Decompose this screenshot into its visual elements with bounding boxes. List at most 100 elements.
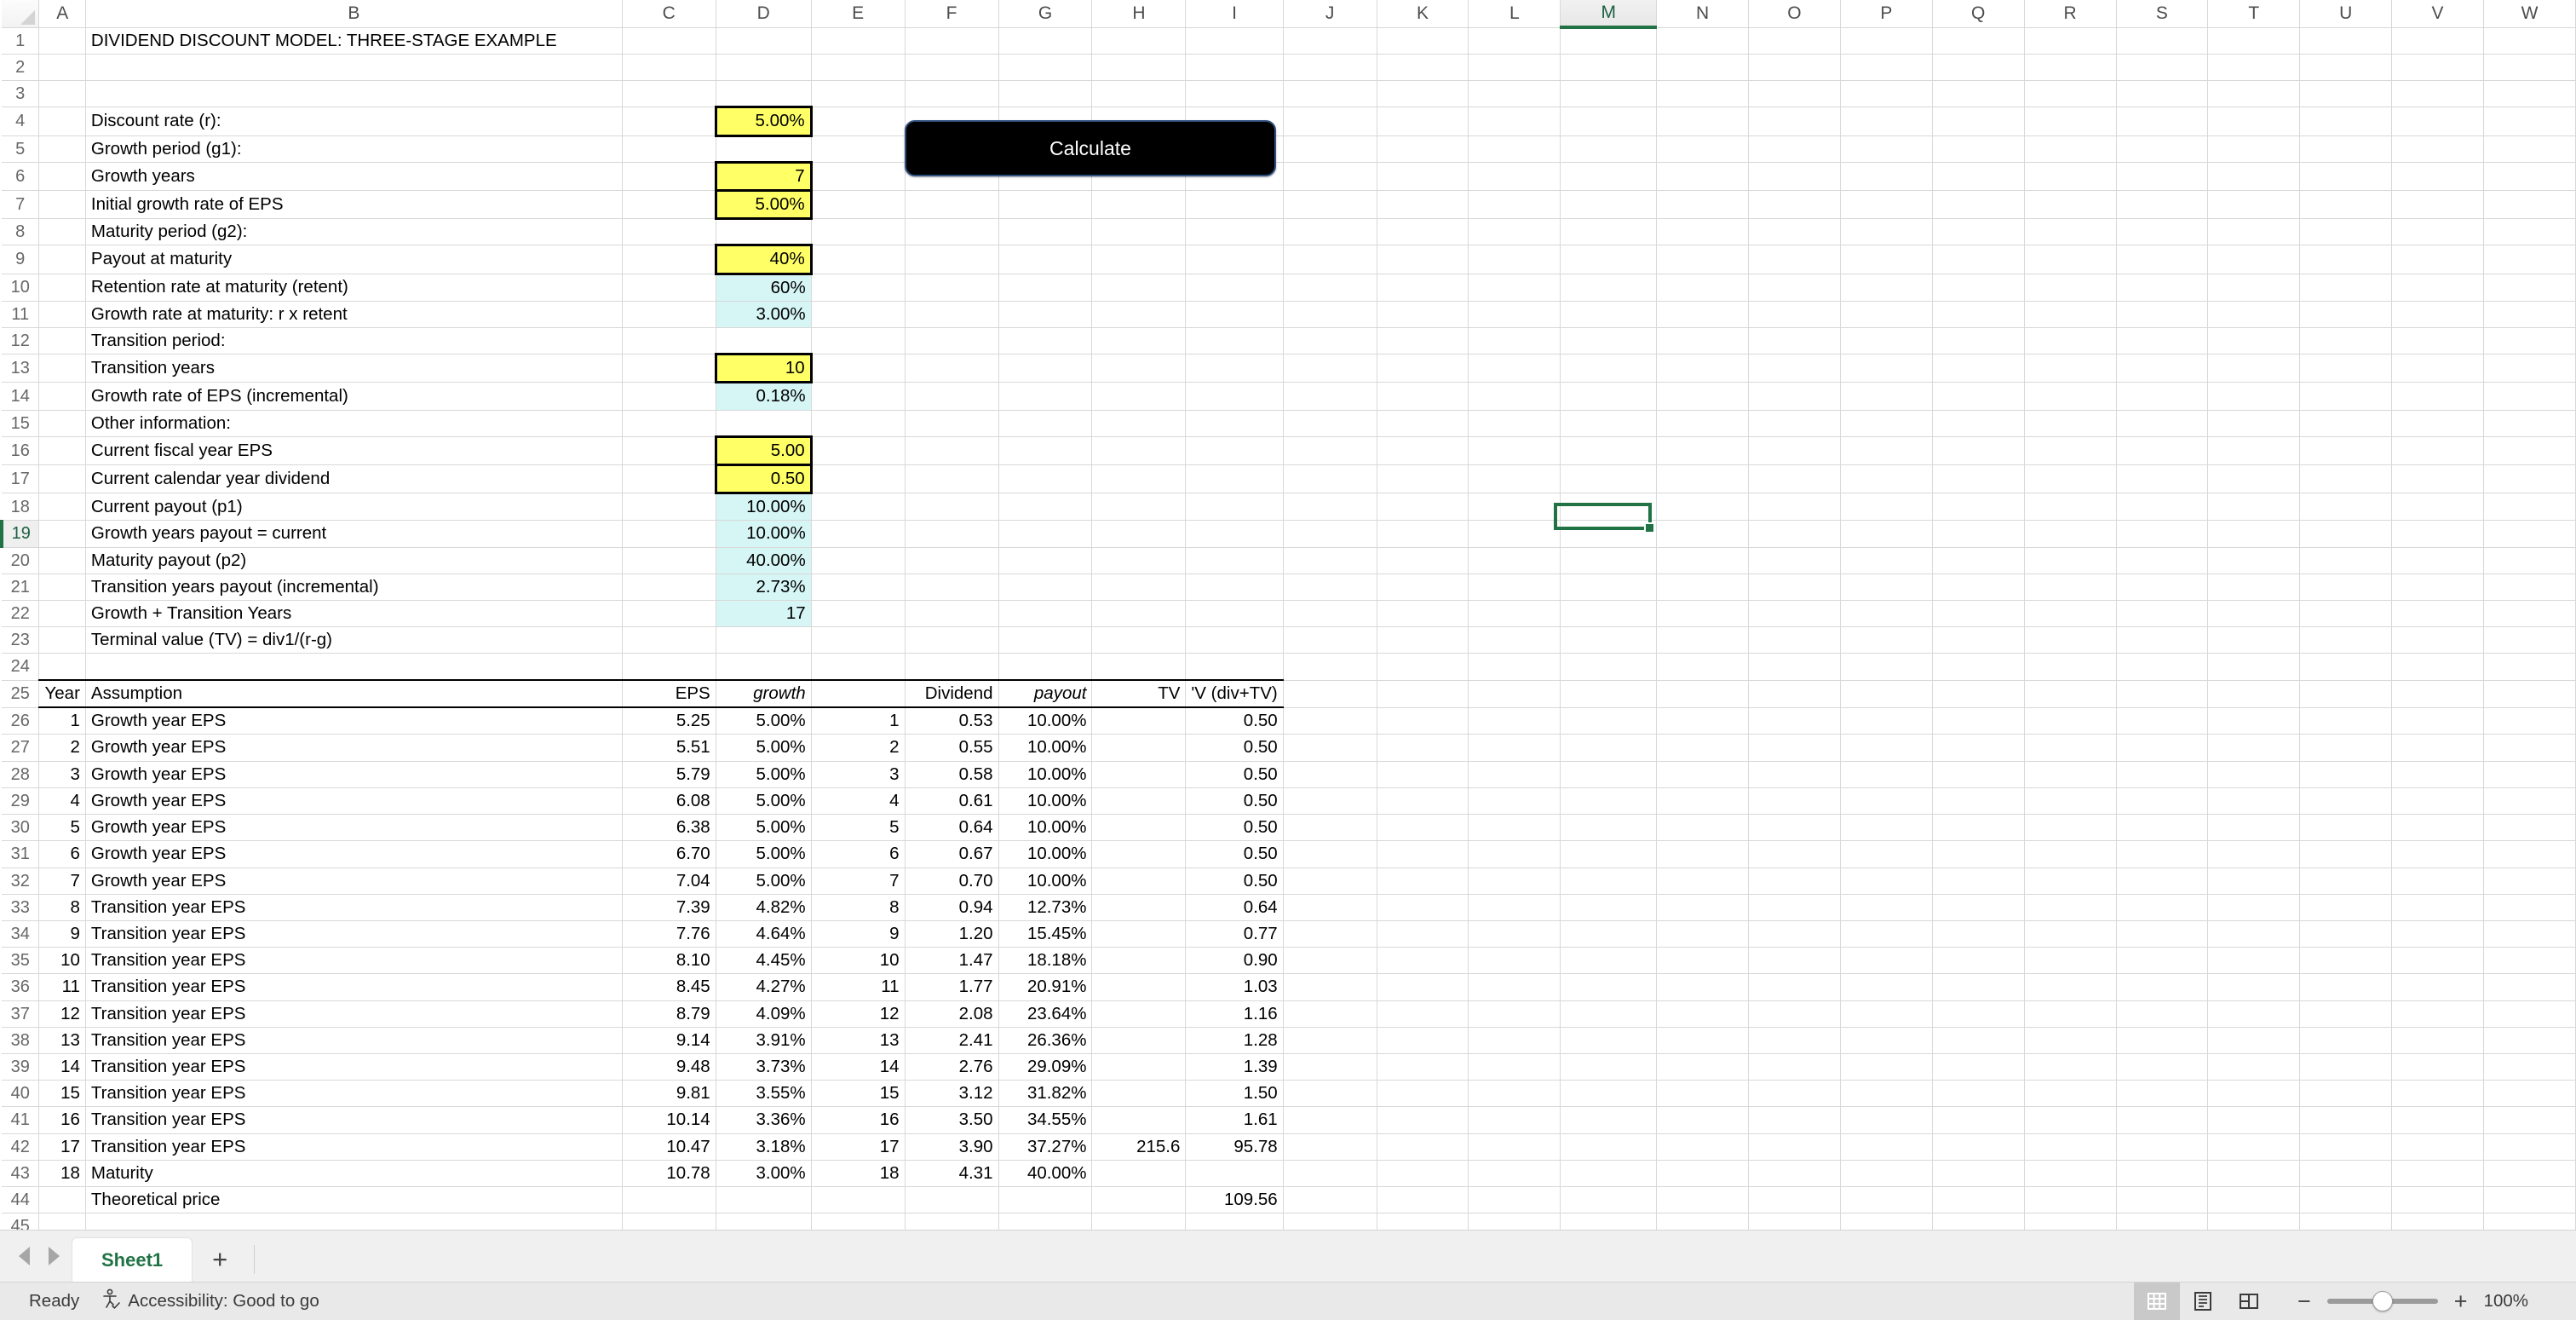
cell-H25[interactable]: TV bbox=[1091, 679, 1187, 709]
cell-A42[interactable]: 17 bbox=[38, 1133, 86, 1161]
cell-D32[interactable]: 5.00% bbox=[716, 868, 812, 895]
cell-A17[interactable] bbox=[38, 464, 86, 494]
row-header-9[interactable]: 9 bbox=[2, 245, 40, 274]
cell-U24[interactable] bbox=[2299, 653, 2393, 681]
cell-L23[interactable] bbox=[1468, 626, 1561, 654]
cell-O22[interactable] bbox=[1748, 600, 1841, 628]
cell-R35[interactable] bbox=[2024, 947, 2117, 975]
cell-L45[interactable] bbox=[1468, 1213, 1561, 1230]
cell-W6[interactable] bbox=[2483, 162, 2576, 191]
previous-sheet-icon[interactable] bbox=[19, 1246, 30, 1265]
cell-B25[interactable]: Assumption bbox=[85, 679, 623, 709]
cell-B34[interactable]: Transition year EPS bbox=[85, 920, 623, 948]
cell-H37[interactable] bbox=[1091, 1000, 1187, 1028]
cell-F1[interactable] bbox=[905, 27, 999, 55]
cell-F13[interactable] bbox=[905, 354, 999, 383]
cell-E23[interactable] bbox=[811, 626, 906, 654]
cell-A37[interactable]: 12 bbox=[38, 1000, 86, 1028]
cell-I25[interactable]: 'V (div+TV) bbox=[1185, 679, 1284, 709]
cell-L28[interactable] bbox=[1468, 761, 1561, 788]
cell-T16[interactable] bbox=[2207, 436, 2301, 465]
cell-A34[interactable]: 9 bbox=[38, 920, 86, 948]
cell-G36[interactable]: 20.91% bbox=[998, 973, 1093, 1001]
cell-I35[interactable]: 0.90 bbox=[1185, 947, 1284, 975]
cell-P18[interactable] bbox=[1840, 493, 1933, 522]
cell-T21[interactable] bbox=[2207, 574, 2301, 601]
cell-H16[interactable] bbox=[1091, 436, 1187, 465]
row-header-23[interactable]: 23 bbox=[2, 626, 40, 654]
column-header-l[interactable]: L bbox=[1468, 0, 1561, 28]
cell-V24[interactable] bbox=[2391, 653, 2484, 681]
cell-D6[interactable]: 7 bbox=[714, 160, 813, 192]
cell-H1[interactable] bbox=[1091, 27, 1187, 55]
cell-L10[interactable] bbox=[1468, 274, 1561, 302]
row-header-40[interactable]: 40 bbox=[2, 1080, 40, 1108]
cell-F28[interactable]: 0.58 bbox=[905, 761, 999, 788]
column-header-m[interactable]: M bbox=[1560, 0, 1658, 30]
cell-R22[interactable] bbox=[2024, 600, 2117, 628]
cell-W5[interactable] bbox=[2483, 135, 2576, 163]
cell-B44[interactable]: Theoretical price bbox=[85, 1186, 623, 1214]
cell-Q18[interactable] bbox=[1932, 493, 2025, 522]
cell-R40[interactable] bbox=[2024, 1080, 2117, 1108]
cell-K4[interactable] bbox=[1377, 107, 1469, 136]
cell-N27[interactable] bbox=[1656, 734, 1750, 762]
cell-L20[interactable] bbox=[1468, 547, 1561, 574]
cell-C19[interactable] bbox=[622, 520, 716, 548]
cell-O6[interactable] bbox=[1748, 162, 1841, 191]
cell-B39[interactable]: Transition year EPS bbox=[85, 1053, 623, 1081]
cell-L7[interactable] bbox=[1468, 190, 1561, 220]
cell-R26[interactable] bbox=[2024, 707, 2117, 735]
cell-T37[interactable] bbox=[2207, 1000, 2301, 1028]
cell-E25[interactable] bbox=[811, 679, 906, 709]
cell-K41[interactable] bbox=[1377, 1106, 1469, 1134]
cell-T42[interactable] bbox=[2207, 1133, 2301, 1161]
cell-D45[interactable] bbox=[716, 1213, 812, 1230]
sheet-tab-sheet1[interactable]: Sheet1 bbox=[72, 1237, 193, 1282]
cell-O13[interactable] bbox=[1748, 354, 1841, 383]
cell-J33[interactable] bbox=[1283, 894, 1377, 921]
cell-V26[interactable] bbox=[2391, 707, 2484, 735]
cell-C2[interactable] bbox=[622, 54, 716, 82]
cell-F22[interactable] bbox=[905, 600, 999, 628]
cell-J1[interactable] bbox=[1283, 27, 1377, 55]
cell-G1[interactable] bbox=[998, 27, 1093, 55]
cell-B3[interactable] bbox=[85, 80, 623, 108]
cell-W15[interactable] bbox=[2483, 410, 2576, 437]
cell-A29[interactable]: 4 bbox=[38, 787, 86, 816]
cell-W40[interactable] bbox=[2483, 1080, 2576, 1108]
cell-A10[interactable] bbox=[38, 274, 86, 302]
cell-I26[interactable]: 0.50 bbox=[1185, 707, 1284, 735]
cell-D42[interactable]: 3.18% bbox=[716, 1133, 812, 1161]
cell-K43[interactable] bbox=[1377, 1160, 1469, 1187]
cell-N6[interactable] bbox=[1656, 162, 1750, 191]
cell-I3[interactable] bbox=[1185, 80, 1284, 108]
cell-I38[interactable]: 1.28 bbox=[1185, 1027, 1284, 1054]
cell-J6[interactable] bbox=[1283, 162, 1377, 191]
cell-H19[interactable] bbox=[1091, 520, 1187, 548]
cell-A6[interactable] bbox=[38, 162, 86, 191]
cell-T32[interactable] bbox=[2207, 868, 2301, 895]
cell-T44[interactable] bbox=[2207, 1186, 2301, 1214]
cell-K12[interactable] bbox=[1377, 327, 1469, 355]
cell-B21[interactable]: Transition years payout (incremental) bbox=[85, 574, 623, 601]
cell-C5[interactable] bbox=[622, 135, 716, 163]
cell-Q13[interactable] bbox=[1932, 354, 2025, 383]
cell-O16[interactable] bbox=[1748, 436, 1841, 465]
cell-D15[interactable] bbox=[716, 410, 812, 437]
cell-O21[interactable] bbox=[1748, 574, 1841, 601]
cell-O31[interactable] bbox=[1748, 840, 1841, 868]
cell-O44[interactable] bbox=[1748, 1186, 1841, 1214]
cell-F14[interactable] bbox=[905, 382, 999, 411]
cell-R6[interactable] bbox=[2024, 162, 2117, 191]
cell-E10[interactable] bbox=[811, 274, 906, 302]
cell-F32[interactable]: 0.70 bbox=[905, 868, 999, 895]
cell-R21[interactable] bbox=[2024, 574, 2117, 601]
cell-M45[interactable] bbox=[1560, 1213, 1658, 1230]
cell-O3[interactable] bbox=[1748, 80, 1841, 108]
cell-U27[interactable] bbox=[2299, 734, 2393, 762]
cell-D10[interactable]: 60% bbox=[716, 274, 812, 302]
cell-Q45[interactable] bbox=[1932, 1213, 2025, 1230]
cell-P3[interactable] bbox=[1840, 80, 1933, 108]
cell-T11[interactable] bbox=[2207, 301, 2301, 328]
